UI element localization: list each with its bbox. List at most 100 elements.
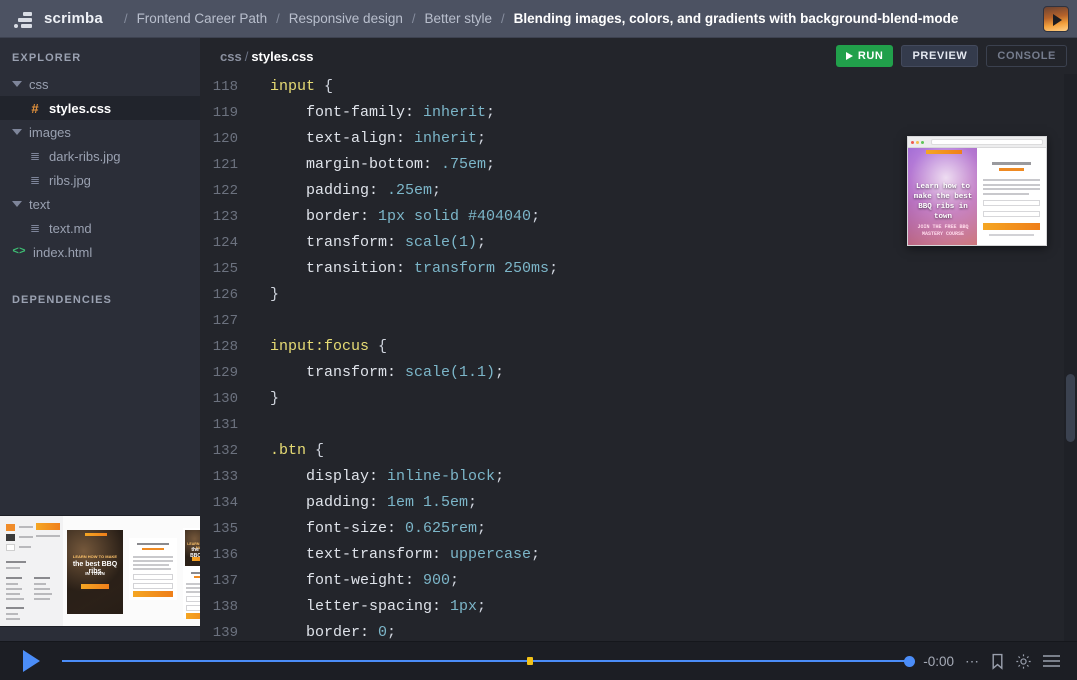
timeline-scrubber[interactable]: [62, 652, 916, 670]
caret-down-icon[interactable]: [12, 129, 22, 135]
code-line-text: transition: transform 250ms;: [270, 260, 559, 277]
tree-folder-images[interactable]: images: [0, 120, 200, 144]
tree-file-text-md[interactable]: ≣ text.md: [0, 216, 200, 240]
tree-item-label: styles.css: [49, 100, 112, 116]
preview-form-subtitle: [998, 168, 1024, 171]
breadcrumb-responsive-design[interactable]: Responsive design: [289, 11, 403, 26]
tree-folder-css[interactable]: css: [0, 72, 200, 96]
path-file: styles.css: [251, 48, 314, 64]
file-path-breadcrumb: css / styles.css: [220, 49, 314, 64]
preview-hero-subheading: JOIN THE FREE BBQ MASTERY COURSE: [917, 224, 969, 237]
tree-item-label: ribs.jpg: [49, 172, 91, 188]
preview-name-field: [982, 199, 1040, 206]
code-line: 135 font-size: 0.625rem;: [200, 516, 1077, 542]
code-line-text: letter-spacing: 1px;: [270, 598, 487, 615]
preview-form-section: [976, 148, 1046, 245]
code-line: 134 padding: 1em 1.5em;: [200, 490, 1077, 516]
code-line-text: }: [270, 286, 280, 303]
more-options-icon[interactable]: ⋯: [965, 653, 980, 670]
lines-icon: ≣: [29, 221, 41, 235]
code-line: 131: [200, 412, 1077, 438]
preview-url-bar: [931, 139, 1043, 145]
line-number: 129: [212, 365, 238, 381]
player-toolbar: -0:00 ⋯: [0, 641, 1077, 680]
line-number: 134: [212, 495, 238, 511]
console-button[interactable]: CONSOLE: [986, 45, 1067, 67]
caret-down-icon[interactable]: [12, 201, 22, 207]
preview-browser-chrome: [908, 137, 1046, 148]
bookmark-icon[interactable]: [990, 653, 1005, 670]
code-line-text: text-transform: uppercase;: [270, 546, 541, 563]
code-scrollbar-thumb[interactable]: [1066, 374, 1075, 442]
brand-name[interactable]: scrimba: [44, 10, 103, 27]
line-number: 136: [212, 547, 238, 563]
preview-form-text-line: [982, 179, 1040, 181]
code-line: 132 .btn {: [200, 438, 1077, 464]
tree-file-index-html[interactable]: <> index.html: [0, 240, 200, 264]
code-line: 139 border: 0;: [200, 620, 1077, 641]
line-number: 120: [212, 131, 238, 147]
scrimba-logo-icon[interactable]: [14, 10, 36, 28]
tree-item-label: text: [29, 196, 50, 212]
preview-button[interactable]: PREVIEW: [901, 45, 979, 67]
code-line-text: input {: [270, 78, 334, 95]
editor-header: css / styles.css RUN PREVIEW CONSOLE: [200, 38, 1077, 74]
line-number: 135: [212, 521, 238, 537]
line-number: 137: [212, 573, 238, 589]
hamburger-menu-icon[interactable]: [1042, 654, 1061, 668]
code-line: 129 transform: scale(1.1);: [200, 360, 1077, 386]
line-number: 121: [212, 157, 238, 173]
preview-button-label: PREVIEW: [912, 50, 968, 62]
play-avatar-icon[interactable]: [1043, 5, 1069, 32]
line-number: 123: [212, 209, 238, 225]
code-editor-pane: css / styles.css RUN PREVIEW CONSOLE 118 in…: [200, 38, 1077, 641]
preview-form-text-line: [982, 192, 1029, 195]
explorer-title: EXPLORER: [12, 52, 82, 64]
breadcrumb-separator: /: [411, 11, 416, 26]
run-button[interactable]: RUN: [835, 45, 894, 67]
preview-body: Learn how to make the best BBQ ribs in t…: [908, 148, 1046, 245]
path-separator: /: [244, 48, 249, 64]
tree-item-label: images: [29, 124, 71, 140]
line-number: 132: [212, 443, 238, 459]
breadcrumb-frontend-career-path[interactable]: Frontend Career Path: [137, 11, 268, 26]
line-number: 138: [212, 599, 238, 615]
path-folder: css: [220, 48, 242, 64]
tree-item-label: text.md: [49, 220, 92, 236]
preview-submit-button: [982, 222, 1040, 230]
timeline-playhead[interactable]: [904, 656, 916, 667]
design-mockup-thumbnail[interactable]: LEARN HOW TO MAKE the best BBQ ribs IN T…: [0, 515, 200, 627]
preview-top-accent-bar: [926, 150, 962, 154]
code-line: 137 font-weight: 900;: [200, 568, 1077, 594]
tree-item-label: css: [29, 76, 49, 92]
line-number: 119: [212, 105, 238, 121]
code-line: 130}: [200, 386, 1077, 412]
settings-gear-icon[interactable]: [1015, 653, 1032, 670]
tree-folder-text[interactable]: text: [0, 192, 200, 216]
top-navigation-bar: scrimba / Frontend Career Path / Respons…: [0, 0, 1077, 38]
code-line: 127: [200, 308, 1077, 334]
code-text-area[interactable]: 118 input {119 font-family: inherit; 120 t…: [200, 74, 1077, 641]
window-close-icon: [911, 140, 914, 144]
line-number: 130: [212, 391, 238, 407]
breadcrumb-better-style[interactable]: Better style: [424, 11, 492, 26]
line-number: 128: [212, 339, 238, 355]
code-line: 133 display: inline-block;: [200, 464, 1077, 490]
preview-hero-heading: Learn how to make the best BBQ ribs in t…: [913, 183, 973, 221]
tree-file-ribs-jpg[interactable]: ≣ ribs.jpg: [0, 168, 200, 192]
tree-file-dark-ribs-jpg[interactable]: ≣ dark-ribs.jpg: [0, 144, 200, 168]
timeline-note-marker[interactable]: [527, 657, 534, 665]
line-number: 139: [212, 625, 238, 641]
caret-down-icon[interactable]: [12, 81, 22, 87]
tree-file-styles-css[interactable]: # styles.css: [0, 96, 200, 120]
window-minimize-icon: [916, 140, 919, 144]
live-preview-window[interactable]: Learn how to make the best BBQ ribs in t…: [907, 136, 1047, 246]
time-remaining-label: -0:00: [923, 653, 954, 669]
preview-hero-section: Learn how to make the best BBQ ribs in t…: [908, 148, 977, 245]
code-line: 138 letter-spacing: 1px;: [200, 594, 1077, 620]
mockup-mobile-screen: LEARN HOW TO MAKE the best BBQ ribs: [183, 528, 200, 619]
play-icon[interactable]: [23, 650, 40, 672]
code-scrollbar-track[interactable]: [1064, 74, 1077, 641]
